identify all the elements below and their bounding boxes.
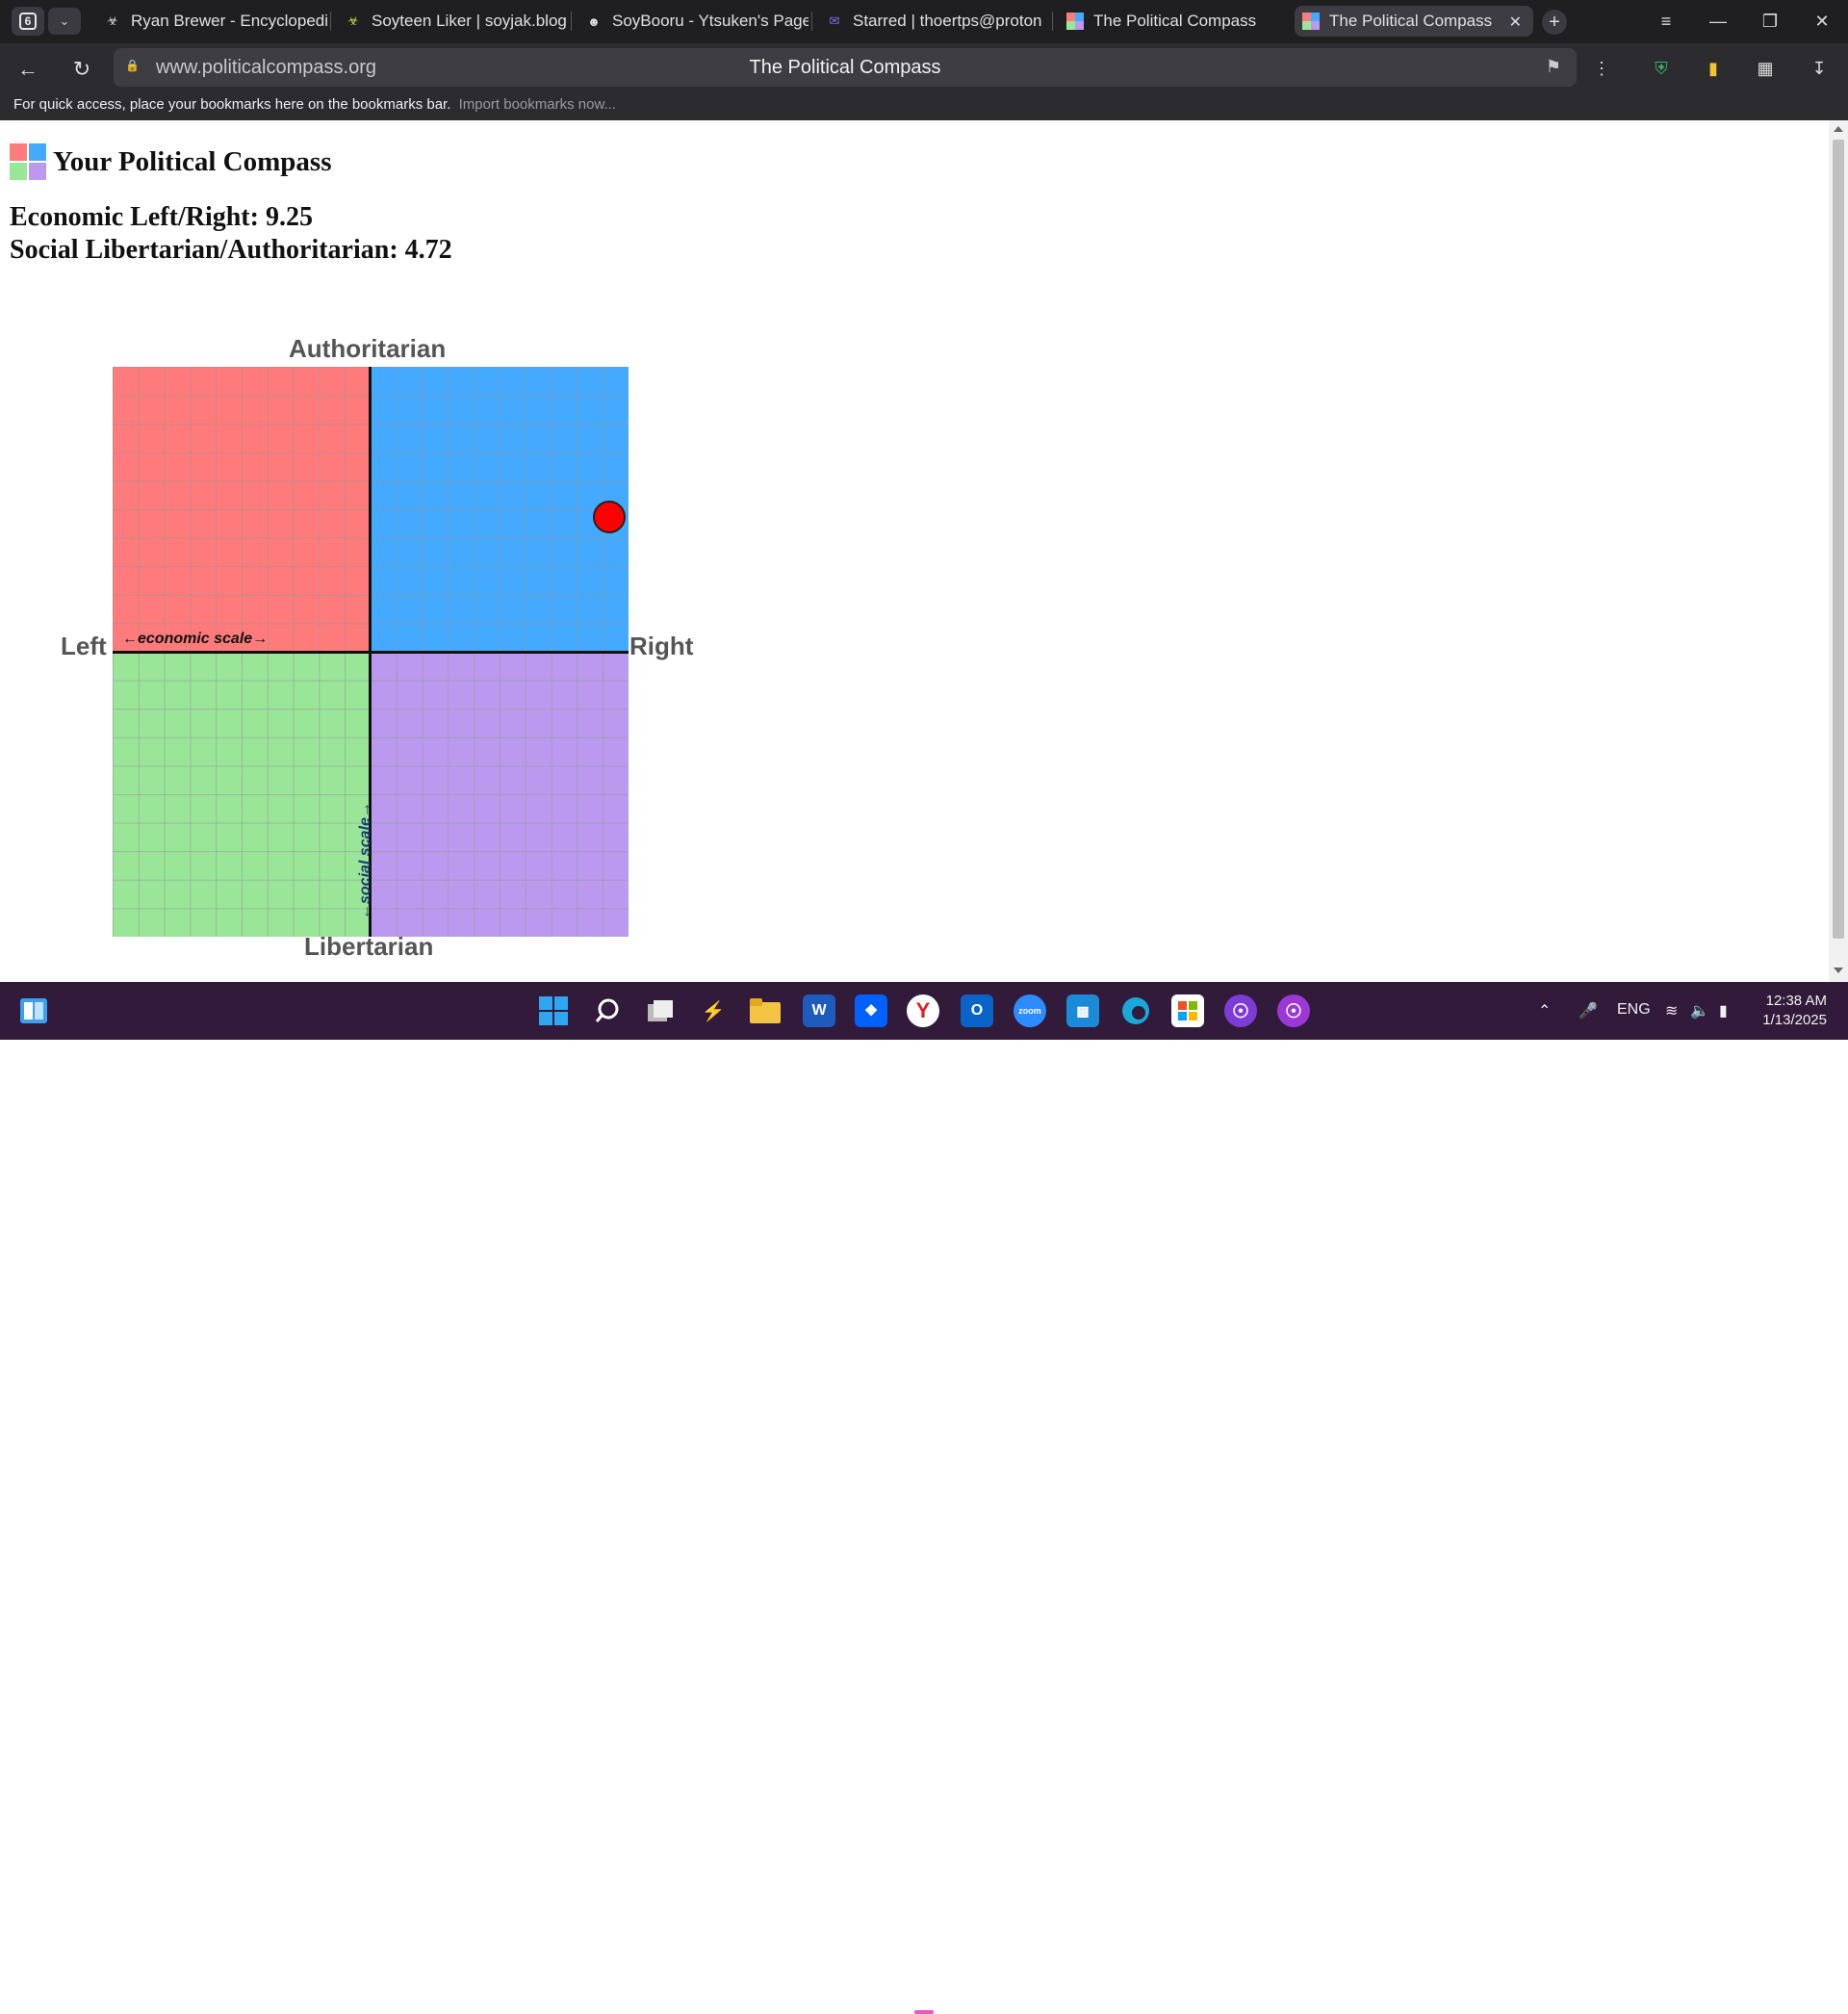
tab-divider bbox=[811, 12, 812, 31]
file-explorer-icon[interactable] bbox=[749, 994, 782, 1027]
tab-3[interactable]: ☻ SoyBooru - Ytsuken's Page bbox=[578, 6, 808, 37]
tab-6-active[interactable]: The Political Compass ✕ bbox=[1295, 6, 1533, 37]
microphone-icon[interactable]: 🎤 bbox=[1578, 1001, 1598, 1020]
import-bookmarks-link[interactable]: Import bookmarks now... bbox=[459, 96, 616, 113]
task-view-icon[interactable] bbox=[644, 994, 677, 1027]
app-icon[interactable]: ⚡ bbox=[697, 994, 730, 1027]
extension-icon[interactable]: ▦ bbox=[1752, 55, 1779, 82]
page-title-display: The Political Compass bbox=[749, 57, 941, 78]
left-label: Left bbox=[61, 632, 107, 660]
social-scale-label: ←social scale→ bbox=[357, 802, 373, 919]
widgets-icon[interactable] bbox=[17, 994, 50, 1027]
yandex-browser-icon[interactable]: Y bbox=[907, 994, 939, 1027]
tab-bar: 6 ⌄ ☣ Ryan Brewer - Encyclopedi ☣ Soytee… bbox=[0, 0, 1848, 43]
window-controls: ≡ — ❐ ✕ bbox=[1640, 0, 1848, 43]
soybooru-icon: ☻ bbox=[587, 13, 601, 29]
date: 1/13/2025 bbox=[1762, 1012, 1827, 1028]
economic-score: Economic Left/Right: 9.25 bbox=[10, 202, 313, 232]
tab-title: The Political Compass bbox=[1093, 12, 1257, 30]
bookmarks-bar-message: For quick access, place your bookmarks h… bbox=[13, 96, 451, 113]
word-icon[interactable]: W bbox=[803, 994, 835, 1027]
tab-count-button[interactable]: 6 bbox=[12, 7, 44, 36]
outlook-icon[interactable]: O bbox=[961, 994, 993, 1027]
new-tab-button[interactable]: + bbox=[1542, 10, 1567, 35]
wifi-icon[interactable]: ≋ bbox=[1665, 1001, 1678, 1020]
tab-divider bbox=[330, 12, 331, 31]
right-label: Right bbox=[629, 632, 694, 660]
political-compass-chart: ←economic scale→ ←social scale→ bbox=[113, 367, 629, 937]
proton-mail-icon: ✉ bbox=[829, 13, 840, 28]
zoom-icon[interactable]: zoom bbox=[1014, 994, 1046, 1027]
tab-count: 6 bbox=[19, 13, 37, 30]
close-icon[interactable]: ✕ bbox=[1509, 13, 1522, 32]
scrollbar-thumb[interactable] bbox=[1833, 140, 1844, 939]
wiki-icon: ☣ bbox=[107, 13, 118, 28]
tab-2[interactable]: ☣ Soyteen Liker | soyjak.blog bbox=[337, 6, 568, 37]
tab-divider bbox=[571, 12, 572, 31]
scores: Economic Left/Right: 9.25 Social Liberta… bbox=[10, 201, 452, 267]
tab-title: Soyteen Liker | soyjak.blog bbox=[372, 12, 567, 30]
store-icon[interactable] bbox=[1171, 994, 1204, 1027]
tab-title: SoyBooru - Ytsuken's Page bbox=[612, 12, 808, 30]
battery-icon[interactable]: ▮ bbox=[1719, 1001, 1728, 1020]
close-window-icon[interactable]: ✕ bbox=[1796, 12, 1848, 32]
scroll-down-arrow-icon[interactable] bbox=[1834, 968, 1843, 973]
minimize-icon[interactable]: — bbox=[1692, 12, 1744, 32]
bookmark-icon[interactable]: ⚑ bbox=[1546, 57, 1561, 77]
time: 12:38 AM bbox=[1765, 993, 1827, 1009]
tab-divider bbox=[1052, 12, 1053, 31]
soyjak-blog-icon: ☣ bbox=[347, 13, 359, 28]
start-icon[interactable] bbox=[537, 994, 570, 1027]
tab-title: The Political Compass bbox=[1329, 12, 1493, 30]
quadrant-libertarian-left bbox=[113, 652, 371, 937]
battery-extension-icon[interactable]: ▮ bbox=[1700, 55, 1727, 82]
restore-icon[interactable]: ❐ bbox=[1744, 12, 1796, 32]
political-compass-icon bbox=[1066, 13, 1084, 30]
tab-4[interactable]: ✉ Starred | thoertps@proton bbox=[818, 6, 1049, 37]
chevron-down-icon[interactable]: ⌄ bbox=[48, 8, 81, 35]
notepad-icon[interactable]: ▩ bbox=[1066, 994, 1099, 1027]
more-options-icon[interactable]: ⋮ bbox=[1588, 55, 1615, 82]
url-field[interactable]: 🔒 www.politicalcompass.org The Political… bbox=[114, 48, 1577, 87]
volume-icon[interactable]: 🔈 bbox=[1690, 1001, 1709, 1020]
tab-list-icon[interactable]: ≡ bbox=[1640, 12, 1692, 32]
page-heading: Your Political Compass bbox=[10, 143, 331, 180]
authoritarian-label: Authoritarian bbox=[289, 334, 447, 363]
show-hidden-icons-icon[interactable]: ⌃ bbox=[1538, 1001, 1551, 1020]
political-compass-icon bbox=[1302, 13, 1320, 30]
shield-extension-icon[interactable]: ⛨ bbox=[1648, 55, 1675, 82]
tab-title: Starred | thoertps@proton bbox=[853, 12, 1042, 30]
result-point bbox=[592, 501, 626, 534]
back-icon[interactable]: ← bbox=[13, 55, 42, 84]
tab-title: Ryan Brewer - Encyclopedi bbox=[131, 12, 327, 30]
scroll-up-arrow-icon[interactable] bbox=[1834, 126, 1843, 132]
tor-icon[interactable]: ☉ bbox=[1224, 994, 1257, 1027]
quadrant-authoritarian-left bbox=[113, 367, 371, 652]
search-icon[interactable] bbox=[591, 994, 624, 1027]
quadrant-libertarian-right bbox=[371, 652, 629, 937]
vertical-scrollbar[interactable] bbox=[1829, 120, 1848, 982]
edge-icon[interactable] bbox=[1119, 994, 1152, 1027]
address-bar: ← ↻ 🔒 www.politicalcompass.org The Polit… bbox=[0, 43, 1848, 93]
bookmarks-bar: For quick access, place your bookmarks h… bbox=[0, 93, 1848, 120]
social-score: Social Libertarian/Authoritarian: 4.72 bbox=[10, 235, 452, 265]
language-indicator[interactable]: ENG bbox=[1617, 1001, 1651, 1019]
heading-text: Your Political Compass bbox=[53, 145, 332, 177]
page-content: Your Political Compass Economic Left/Rig… bbox=[0, 120, 1829, 982]
tab-5[interactable]: The Political Compass bbox=[1059, 6, 1290, 37]
clock[interactable]: 12:38 AM 1/13/2025 bbox=[1762, 992, 1827, 1030]
dropbox-icon[interactable]: ❖ bbox=[855, 994, 887, 1027]
tor-icon[interactable]: ☉ bbox=[1277, 994, 1310, 1027]
reload-icon[interactable]: ↻ bbox=[67, 55, 96, 84]
active-app-indicator bbox=[914, 2010, 934, 2014]
political-compass-logo-icon bbox=[10, 143, 46, 180]
downloads-icon[interactable]: ↧ bbox=[1806, 55, 1833, 82]
tab-1[interactable]: ☣ Ryan Brewer - Encyclopedi bbox=[96, 6, 327, 37]
quadrant-authoritarian-right bbox=[371, 367, 629, 652]
taskbar: ⚡ W ❖ Y O zoom ▩ ☉ ☉ ⌃ 🎤 ENG ≋ 🔈 ▮ 12:38… bbox=[0, 982, 1848, 2014]
economic-scale-label: ←economic scale→ bbox=[122, 631, 269, 647]
